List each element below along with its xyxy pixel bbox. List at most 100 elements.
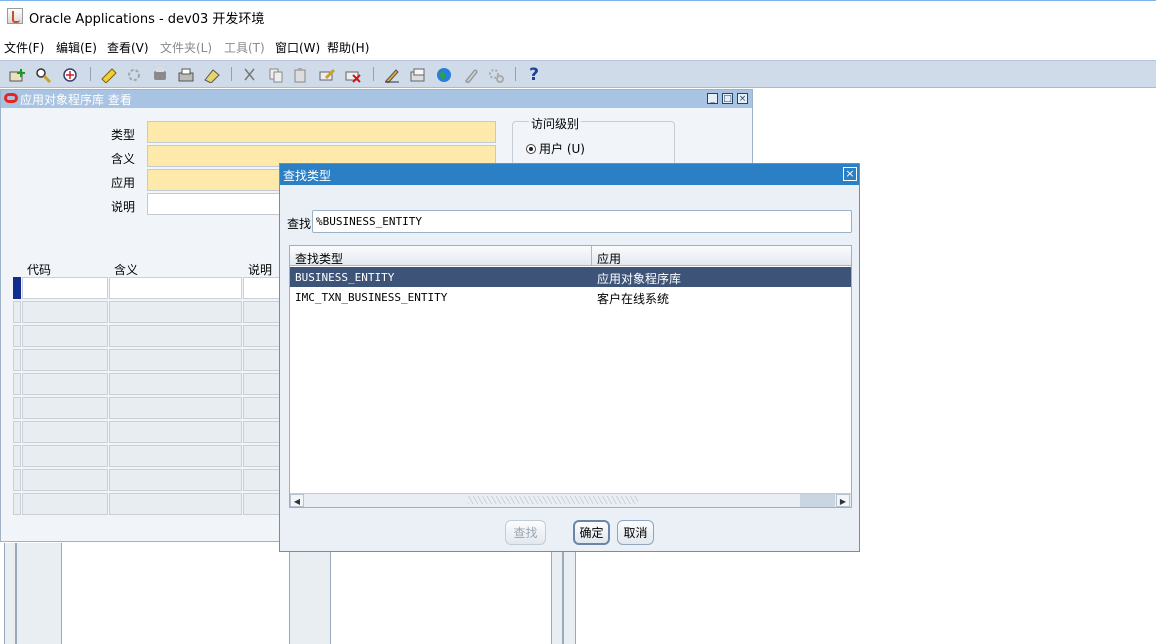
- row-indicator[interactable]: [13, 421, 21, 443]
- grid-cell[interactable]: [243, 349, 283, 371]
- grid-cell[interactable]: [109, 493, 242, 515]
- grid-cell[interactable]: [109, 301, 242, 323]
- grid-cell[interactable]: [243, 445, 283, 467]
- grid-header-code: 代码: [27, 263, 52, 277]
- minimize-icon[interactable]: _: [707, 93, 718, 104]
- grid-header-meaning: 含义: [114, 263, 139, 277]
- grid-cell[interactable]: [22, 469, 108, 491]
- print-icon[interactable]: [150, 65, 170, 84]
- row-indicator[interactable]: [13, 301, 21, 323]
- radio-selected-icon: [526, 144, 536, 154]
- application-label: 应用: [111, 176, 136, 190]
- toolbar: ?: [0, 60, 1156, 88]
- grid-cell[interactable]: [243, 301, 283, 323]
- row-indicator[interactable]: [13, 277, 21, 299]
- navigator-icon[interactable]: [60, 65, 80, 84]
- find-button[interactable]: 查找: [505, 520, 546, 545]
- close-form-icon[interactable]: [176, 65, 196, 84]
- grid-cell[interactable]: [243, 325, 283, 347]
- menu-view[interactable]: 查看(V): [107, 39, 149, 56]
- grid-cell[interactable]: [243, 277, 283, 299]
- row-indicator[interactable]: [13, 445, 21, 467]
- paste-icon[interactable]: [291, 65, 311, 84]
- grid-cell[interactable]: [109, 421, 242, 443]
- close-icon[interactable]: ×: [843, 167, 857, 181]
- find-input[interactable]: %BUSINESS_ENTITY: [312, 210, 852, 233]
- grid-cell[interactable]: [22, 445, 108, 467]
- delete-record-icon[interactable]: [343, 65, 363, 84]
- close-icon[interactable]: ×: [737, 93, 748, 104]
- dialog-titlebar: 查找类型 ×: [280, 164, 859, 185]
- copy-icon[interactable]: [266, 65, 286, 84]
- list-item[interactable]: BUSINESS_ENTITY 应用对象程序库: [290, 267, 851, 287]
- grid-cell[interactable]: [109, 469, 242, 491]
- dialog-title: 查找类型: [283, 169, 332, 183]
- java-app-icon: [7, 8, 23, 24]
- attachments-icon[interactable]: [460, 65, 480, 84]
- type-field[interactable]: [147, 121, 496, 143]
- column-header-application: 应用: [597, 252, 622, 266]
- scroll-left-icon[interactable]: ◀: [290, 494, 304, 507]
- cut-icon[interactable]: [240, 65, 260, 84]
- access-user-radio[interactable]: 用户 (U): [526, 140, 585, 157]
- grid-cell[interactable]: [109, 349, 242, 371]
- new-record-icon[interactable]: [8, 65, 28, 84]
- grid-cell[interactable]: [243, 397, 283, 419]
- access-level-legend: 访问级别: [529, 115, 582, 132]
- menu-file[interactable]: 文件(F): [4, 39, 44, 56]
- background-panel: [551, 543, 563, 644]
- grid-cell[interactable]: [22, 301, 108, 323]
- scrollbar-thumb[interactable]: [800, 494, 835, 507]
- grid-cell[interactable]: [109, 397, 242, 419]
- next-step-icon[interactable]: [124, 65, 144, 84]
- grid-cell[interactable]: [22, 349, 108, 371]
- grid-cell[interactable]: [22, 421, 108, 443]
- grid-cell[interactable]: [243, 421, 283, 443]
- row-indicator[interactable]: [13, 493, 21, 515]
- row-indicator[interactable]: [13, 325, 21, 347]
- menu-tools[interactable]: 工具(T): [224, 39, 265, 56]
- ok-button[interactable]: 确定: [573, 520, 610, 545]
- folder-icon[interactable]: [202, 65, 222, 84]
- menu-window[interactable]: 窗口(W): [275, 39, 320, 56]
- maximize-icon[interactable]: □: [722, 93, 733, 104]
- menu-edit[interactable]: 编辑(E): [56, 39, 97, 56]
- list-item[interactable]: IMC_TXN_BUSINESS_ENTITY 客户在线系统: [290, 287, 851, 307]
- grid-cell[interactable]: [109, 373, 242, 395]
- row-indicator[interactable]: [13, 373, 21, 395]
- zoom-icon[interactable]: [408, 65, 428, 84]
- menu-folder[interactable]: 文件夹(L): [160, 39, 212, 56]
- grid-cell[interactable]: [22, 277, 108, 299]
- save-icon[interactable]: [99, 65, 119, 84]
- grid-cell[interactable]: [109, 445, 242, 467]
- clear-record-icon[interactable]: [317, 65, 337, 84]
- grid-cell[interactable]: [22, 493, 108, 515]
- column-header-type: 查找类型: [295, 252, 344, 266]
- cancel-button[interactable]: 取消: [617, 520, 654, 545]
- list-header: 查找类型 应用: [290, 246, 851, 266]
- folder-tools-icon[interactable]: [486, 65, 506, 84]
- horizontal-scrollbar[interactable]: ◀ ▶: [290, 493, 851, 507]
- translations-icon[interactable]: [434, 65, 454, 84]
- description-label: 说明: [111, 200, 136, 214]
- edit-field-icon[interactable]: [382, 65, 402, 84]
- find-label: 查找: [287, 217, 312, 231]
- menu-help[interactable]: 帮助(H): [327, 39, 369, 56]
- grid-cell[interactable]: [109, 277, 242, 299]
- row-indicator[interactable]: [13, 397, 21, 419]
- grid-cell[interactable]: [109, 325, 242, 347]
- grid-cell[interactable]: [243, 493, 283, 515]
- row-indicator[interactable]: [13, 349, 21, 371]
- grid-header-description: 说明: [248, 263, 273, 277]
- grid-cell[interactable]: [22, 325, 108, 347]
- find-icon[interactable]: [34, 65, 54, 84]
- grid-cell[interactable]: [243, 373, 283, 395]
- scroll-right-icon[interactable]: ▶: [836, 494, 850, 507]
- scrollbar-grip[interactable]: [468, 496, 638, 504]
- row-indicator[interactable]: [13, 469, 21, 491]
- window-title: Oracle Applications - dev03 开发环境: [29, 12, 265, 27]
- grid-cell[interactable]: [22, 373, 108, 395]
- help-icon[interactable]: ?: [524, 65, 544, 85]
- grid-cell[interactable]: [22, 397, 108, 419]
- grid-cell[interactable]: [243, 469, 283, 491]
